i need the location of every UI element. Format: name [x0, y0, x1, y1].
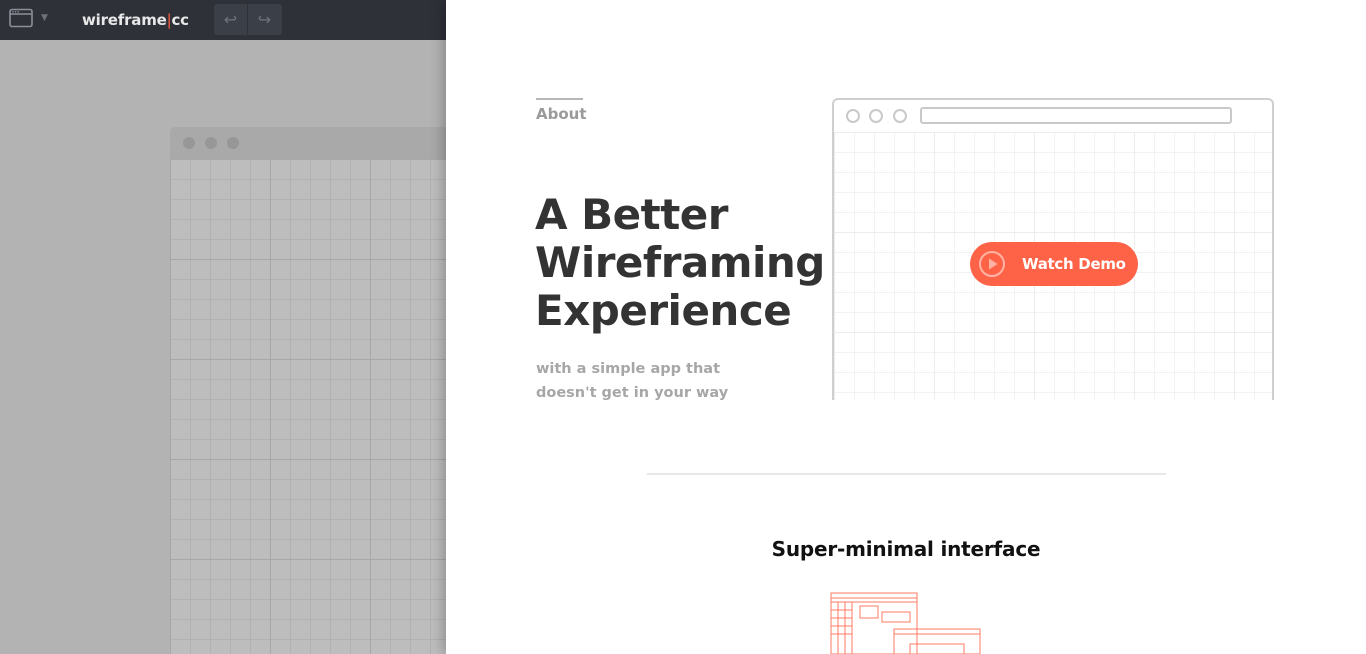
- demo-browser-mockup: Watch Demo: [832, 98, 1274, 404]
- hero-subtitle: with a simple app that doesn't get in yo…: [536, 357, 728, 405]
- about-link[interactable]: About: [536, 104, 587, 124]
- frame-dot: [227, 137, 239, 149]
- logo-text-right: cc: [171, 11, 189, 29]
- play-icon: [979, 251, 1005, 277]
- hero-title: A Better Wireframing Experience: [535, 191, 825, 335]
- frame-grid[interactable]: [170, 159, 446, 654]
- hero-title-line: A Better: [535, 190, 728, 239]
- browser-dot: [846, 109, 860, 123]
- frame-dot: [205, 137, 217, 149]
- browser-address-bar: [920, 107, 1232, 124]
- frame-dot: [183, 137, 195, 149]
- hero-title-line: Experience: [535, 286, 792, 335]
- wireframe-illustration-icon: [830, 592, 981, 654]
- hero-subtitle-line: with a simple app that: [536, 361, 721, 377]
- feature-title: Super-minimal interface: [771, 537, 1041, 561]
- about-panel: About A Better Wireframing Experience wi…: [446, 0, 1366, 654]
- redo-button[interactable]: ↪: [248, 4, 281, 35]
- undo-button[interactable]: ↩: [214, 4, 248, 35]
- history-buttons: ↩ ↪: [214, 4, 282, 35]
- app-toolbar: ▼ wireframe|cc ↩ ↪: [0, 0, 446, 40]
- browser-chrome: [832, 98, 1274, 134]
- hero-title-line: Wireframing: [535, 238, 825, 287]
- logo-text-left: wireframe: [82, 11, 167, 29]
- browser-dot: [869, 109, 883, 123]
- frame-title-bar[interactable]: [170, 127, 446, 159]
- about-underline: [536, 98, 583, 100]
- browser-viewport-grid: Watch Demo: [832, 132, 1274, 400]
- app-logo: wireframe|cc: [82, 10, 189, 30]
- section-divider: [647, 473, 1166, 475]
- chevron-down-icon[interactable]: ▼: [41, 12, 48, 24]
- editor-canvas[interactable]: [0, 40, 446, 654]
- browser-frame-wireframe[interactable]: [170, 127, 446, 654]
- watch-demo-label: Watch Demo: [1022, 255, 1126, 273]
- watch-demo-button[interactable]: Watch Demo: [970, 242, 1138, 286]
- window-icon[interactable]: [9, 8, 33, 28]
- redo-icon: ↪: [257, 10, 272, 29]
- hero-subtitle-line: doesn't get in your way: [536, 385, 729, 401]
- browser-dot: [893, 109, 907, 123]
- undo-icon: ↩: [223, 10, 238, 29]
